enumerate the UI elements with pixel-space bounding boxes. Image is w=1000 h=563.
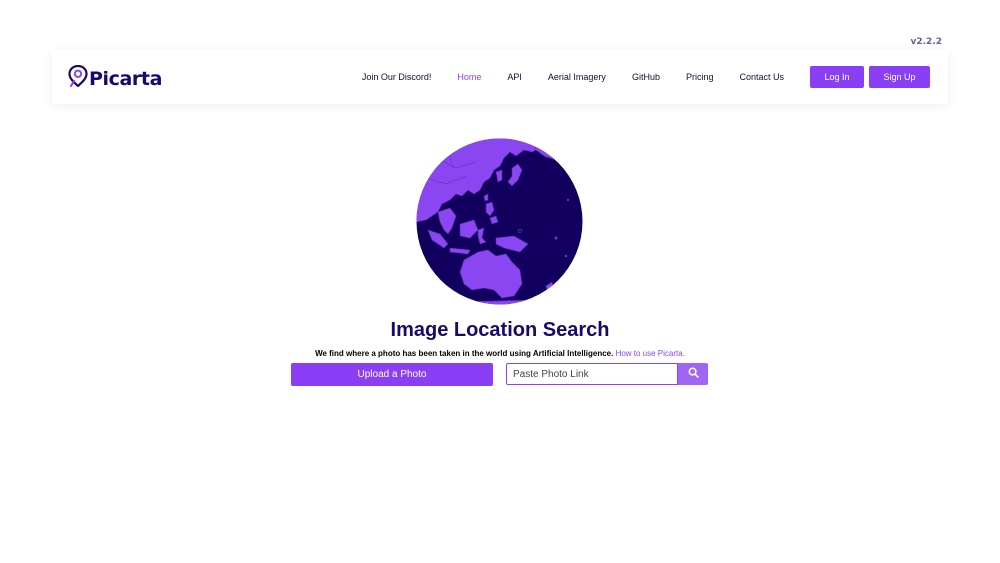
nav-link-api[interactable]: API xyxy=(507,72,522,82)
nav-link-github[interactable]: GitHub xyxy=(632,72,660,82)
search-icon xyxy=(688,365,699,383)
nav-link-home[interactable]: Home xyxy=(457,72,481,82)
photo-link-input[interactable] xyxy=(506,363,679,385)
nav-link-discord[interactable]: Join Our Discord! xyxy=(362,72,432,82)
nav-link-pricing[interactable]: Pricing xyxy=(686,72,714,82)
how-to-use-link[interactable]: How to use Picarta. xyxy=(616,349,685,358)
nav-links: Join Our Discord! Home API Aerial Imager… xyxy=(349,50,930,104)
map-pin-icon xyxy=(68,64,88,92)
page-subtitle: We find where a photo has been taken in … xyxy=(0,349,1000,358)
navbar: Picarta Join Our Discord! Home API Aeria… xyxy=(52,50,948,104)
login-button[interactable]: Log In xyxy=(810,66,864,88)
nav-link-contact-us[interactable]: Contact Us xyxy=(739,72,784,82)
page: v2.2.2 Picarta Join Our Discord! Home AP… xyxy=(0,0,1000,563)
photo-link-search xyxy=(506,363,708,385)
brand-logo[interactable]: Picarta xyxy=(68,64,162,92)
subtitle-text: We find where a photo has been taken in … xyxy=(315,349,614,358)
brand-name: Picarta xyxy=(89,67,162,90)
globe-icon[interactable] xyxy=(416,138,583,305)
upload-photo-button[interactable]: Upload a Photo xyxy=(291,363,493,386)
nav-link-aerial-imagery[interactable]: Aerial Imagery xyxy=(548,72,606,82)
signup-button[interactable]: Sign Up xyxy=(869,66,930,88)
search-button[interactable] xyxy=(678,363,708,385)
page-title: Image Location Search xyxy=(390,319,610,341)
version-label: v2.2.2 xyxy=(910,37,943,47)
